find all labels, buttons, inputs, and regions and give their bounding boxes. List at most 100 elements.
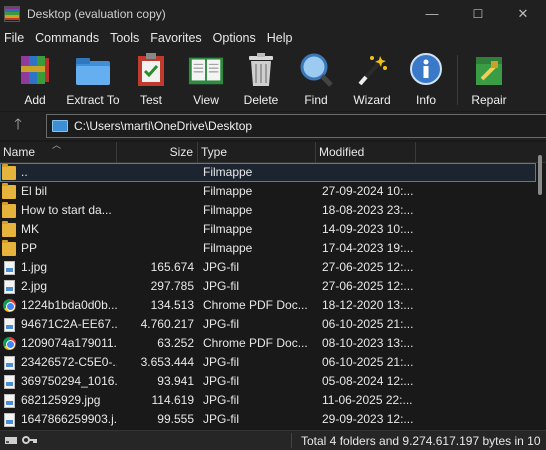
file-name: 94671C2A-EE67... (21, 317, 117, 331)
wand-icon (353, 52, 391, 88)
jpg-file-icon (4, 279, 15, 294)
menu-options[interactable]: Options (213, 31, 256, 45)
trash-icon (242, 52, 280, 88)
view-book-icon (187, 52, 225, 88)
menu-bar: File Commands Tools Favorites Options He… (0, 27, 546, 49)
file-row[interactable]: 23426572-C5E0-... 3.653.444 JPG-fil 06-10-2… (0, 353, 536, 372)
file-row[interactable]: How to start da... Filmappe 18-08-2023 23:… (0, 201, 536, 220)
file-type: JPG-fil (203, 355, 239, 369)
file-row[interactable]: .. Filmappe (0, 163, 536, 182)
folder-icon (2, 163, 16, 180)
status-separator (291, 433, 292, 448)
chrome-pdf-icon (3, 337, 16, 350)
status-bar: Total 4 folders and 9.274.617.197 bytes … (0, 430, 546, 450)
file-size: 3.653.444 (140, 355, 194, 369)
file-name: 1.jpg (21, 260, 48, 274)
menu-help[interactable]: Help (267, 31, 293, 45)
close-button[interactable]: ✕ (500, 0, 546, 27)
jpg-file-icon (4, 355, 15, 370)
file-modified: 27-06-2025 12:... (322, 279, 414, 293)
file-row[interactable]: El bil Filmappe 27-09-2024 10:... (0, 182, 536, 201)
jpg-file-icon (4, 393, 15, 408)
menu-tools[interactable]: Tools (110, 31, 139, 45)
file-size: 134.513 (150, 298, 194, 312)
file-name: PP (21, 241, 38, 255)
add-button[interactable]: Add (2, 52, 68, 107)
file-modified (322, 163, 415, 182)
menu-favorites[interactable]: Favorites (150, 31, 201, 45)
file-row[interactable]: 2.jpg 297.785 JPG-fil 27-06-2025 12:... (0, 277, 536, 296)
file-name-cell: 682125929.jpg (0, 391, 117, 410)
file-row[interactable]: 369750294_1016... 93.941 JPG-fil 05-08-2024… (0, 372, 536, 391)
file-row[interactable]: 1647866259903.j... 99.555 JPG-fil 29-09-202… (0, 410, 536, 429)
info-button[interactable]: Info (393, 52, 459, 107)
file-name-cell: .. (0, 163, 117, 182)
vertical-scrollbar[interactable] (538, 155, 542, 195)
file-row[interactable]: 1.jpg 165.674 JPG-fil 27-06-2025 12:... (0, 258, 536, 277)
wizard-label: Wizard (353, 93, 391, 107)
menu-commands[interactable]: Commands (35, 31, 99, 45)
up-arrow-icon[interactable]: 🡑 (8, 116, 28, 135)
file-type: Chrome PDF Doc... (203, 336, 308, 350)
file-size: 165.674 (150, 260, 194, 274)
file-size (117, 163, 194, 182)
magnifier-icon (297, 52, 335, 88)
file-row[interactable]: 1224b1bda0d0b... 134.513 Chrome PDF Doc...… (0, 296, 536, 315)
column-header: ︿ Name Size Type Modified (0, 140, 546, 163)
column-size[interactable]: Size (117, 142, 198, 163)
file-modified: 17-04-2023 19:... (322, 241, 414, 255)
file-modified: 18-12-2020 13:... (322, 298, 414, 312)
file-name: 682125929.jpg (21, 393, 101, 407)
file-size: 114.619 (151, 393, 195, 407)
file-row[interactable]: MK Filmappe 14-09-2023 10:... (0, 220, 536, 239)
minimize-button[interactable]: — (409, 0, 455, 27)
winrar-app-icon[interactable] (4, 5, 20, 22)
file-modified: 18-08-2023 23:... (322, 203, 414, 217)
file-modified: 08-10-2023 13:... (322, 336, 414, 350)
file-name-cell: 23426572-C5E0-... (0, 353, 117, 372)
file-name-cell: 2.jpg (0, 277, 117, 296)
status-icons (4, 434, 38, 446)
file-row[interactable]: 1209074a179011... 63.252 Chrome PDF Doc...… (0, 334, 536, 353)
file-type: JPG-fil (203, 374, 239, 388)
file-row[interactable]: 94671C2A-EE67... 4.760.217 JPG-fil 06-10-20… (0, 315, 536, 334)
file-row[interactable]: PP Filmappe 17-04-2023 19:... (0, 239, 536, 258)
file-name: 1224b1bda0d0b... (21, 298, 117, 312)
file-name: How to start da... (21, 203, 112, 217)
file-size: 4.760.217 (140, 317, 194, 331)
toolbar: Add Extract To Test View Delete Find Wiz… (0, 49, 546, 111)
file-name-cell: 94671C2A-EE67... (0, 315, 117, 334)
path-field[interactable]: C:\Users\marti\OneDrive\Desktop (46, 114, 546, 138)
repair-button[interactable]: Repair (456, 52, 522, 107)
jpg-file-icon (4, 374, 15, 389)
find-label: Find (304, 93, 328, 107)
maximize-button[interactable]: ☐ (455, 0, 501, 27)
column-type[interactable]: Type (198, 142, 316, 163)
file-size: 63.252 (157, 336, 194, 350)
file-name-cell: PP (0, 239, 117, 258)
repair-kit-icon (470, 52, 508, 88)
file-type: Filmappe (203, 241, 253, 255)
desktop-icon (52, 120, 68, 132)
file-modified: 11-06-2025 22:... (322, 393, 413, 407)
repair-label: Repair (471, 93, 507, 107)
file-name-cell: How to start da... (0, 201, 117, 220)
file-name: 369750294_1016... (21, 374, 117, 388)
column-modified[interactable]: Modified (316, 142, 416, 163)
menu-file[interactable]: File (4, 31, 24, 45)
file-size (117, 239, 194, 258)
file-type: Filmappe (203, 184, 253, 198)
file-name-cell: 1224b1bda0d0b... (0, 296, 117, 315)
file-name-cell: 1647866259903.j... (0, 410, 117, 429)
file-modified: 06-10-2025 21:... (322, 355, 414, 369)
key-icon (22, 436, 37, 444)
file-name-cell: 1209074a179011... (0, 334, 117, 353)
file-name: .. (21, 165, 28, 179)
info-label: Info (415, 93, 436, 107)
file-modified: 06-10-2025 21:... (322, 317, 414, 331)
extract-to-button[interactable]: Extract To (60, 52, 126, 107)
file-modified: 27-09-2024 10:... (322, 184, 414, 198)
file-row[interactable]: 682125929.jpg 114.619 JPG-fil 11-06-2025 22… (0, 391, 536, 410)
column-name[interactable]: Name (0, 142, 117, 163)
file-size: 99.555 (157, 412, 194, 426)
